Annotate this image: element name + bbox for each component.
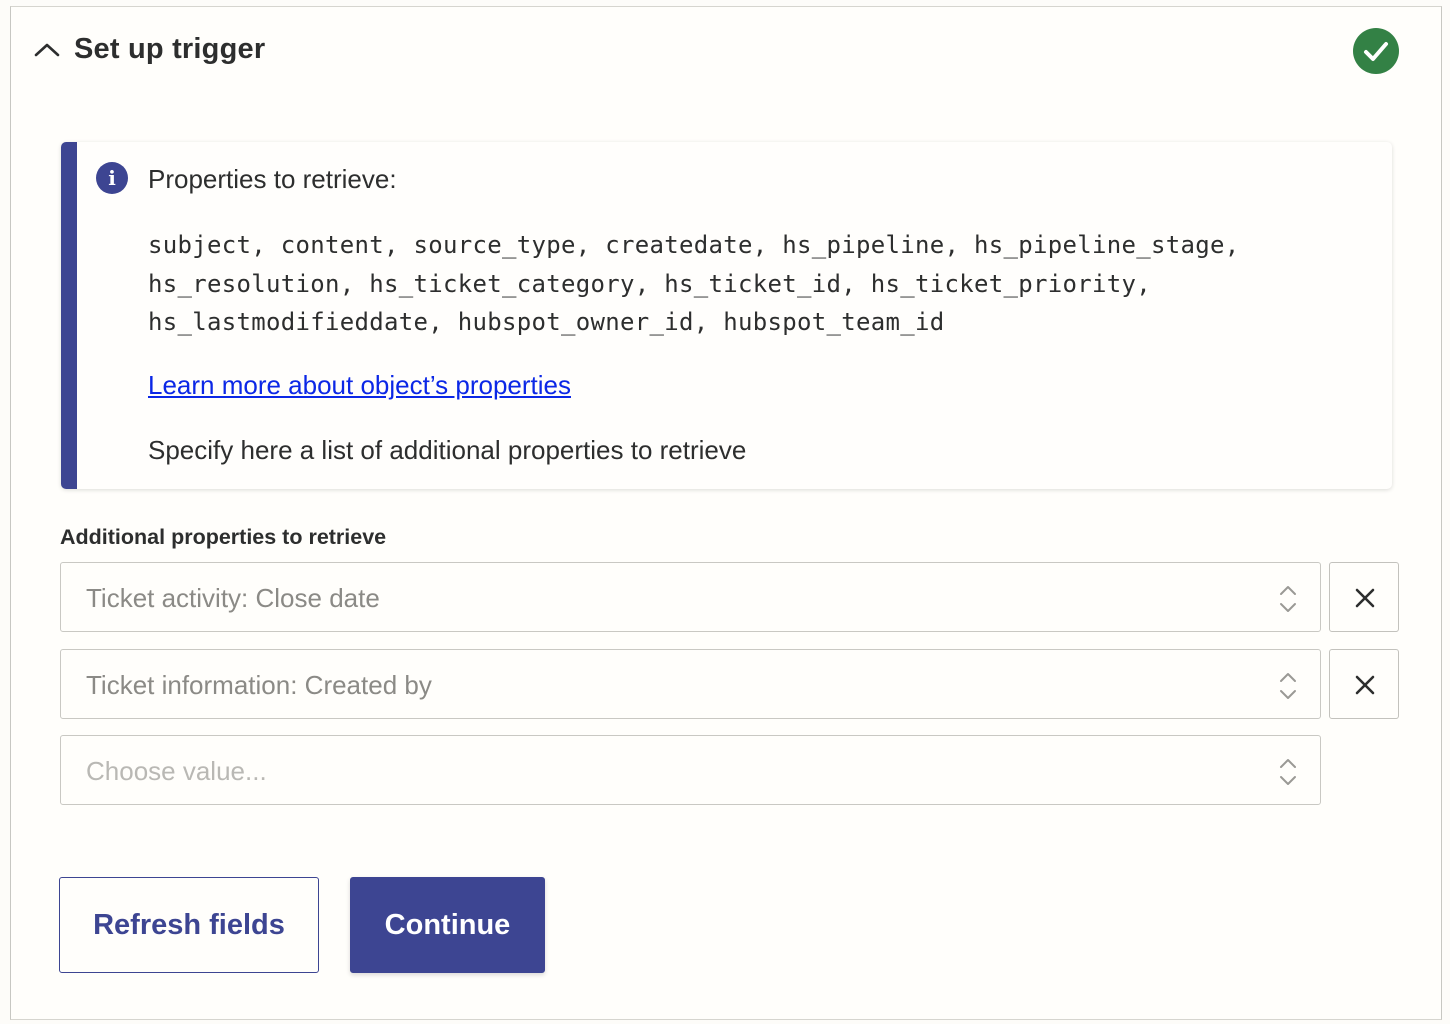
info-callout: i Properties to retrieve: subject, conte… [61,142,1392,489]
chevron-up-down-icon [1277,670,1299,702]
chevron-up-down-icon [1277,756,1299,788]
chevron-up-icon[interactable] [33,40,61,60]
close-icon [1355,588,1375,608]
select-value: Ticket activity: Close date [86,583,380,613]
field-label: Additional properties to retrieve [60,525,387,549]
info-note: Specify here a list of additional proper… [148,435,747,465]
properties-line: subject, content, source_type, createdat… [148,231,1240,259]
section-title: Set up trigger [74,33,266,65]
properties-line: hs_resolution, hs_ticket_category, hs_ti… [148,269,1151,298]
check-circle-icon [1353,28,1399,74]
continue-button[interactable]: Continue [350,877,545,973]
properties-list: subject, content, source_type, createdat… [148,226,1348,342]
chevron-up-down-icon [1277,583,1299,615]
info-heading: Properties to retrieve: [148,164,397,194]
section-header[interactable]: Set up trigger [11,7,1441,97]
property-select-1[interactable]: Ticket activity: Close date [60,562,1321,632]
info-icon: i [96,162,128,194]
learn-more-link[interactable]: Learn more about object’s properties [148,370,571,401]
property-select-empty[interactable]: Choose value... [60,735,1321,805]
refresh-fields-button[interactable]: Refresh fields [59,877,319,973]
properties-line: hs_lastmodifieddate, hubspot_owner_id, h… [148,308,945,336]
remove-property-button[interactable] [1329,649,1399,719]
select-value: Ticket information: Created by [86,670,432,700]
select-placeholder: Choose value... [86,756,267,786]
remove-property-button[interactable] [1329,562,1399,632]
close-icon [1355,675,1375,695]
property-select-2[interactable]: Ticket information: Created by [60,649,1321,719]
info-accent-bar [61,142,77,489]
trigger-setup-panel: Set up trigger i Properties to retrieve:… [10,6,1442,1020]
